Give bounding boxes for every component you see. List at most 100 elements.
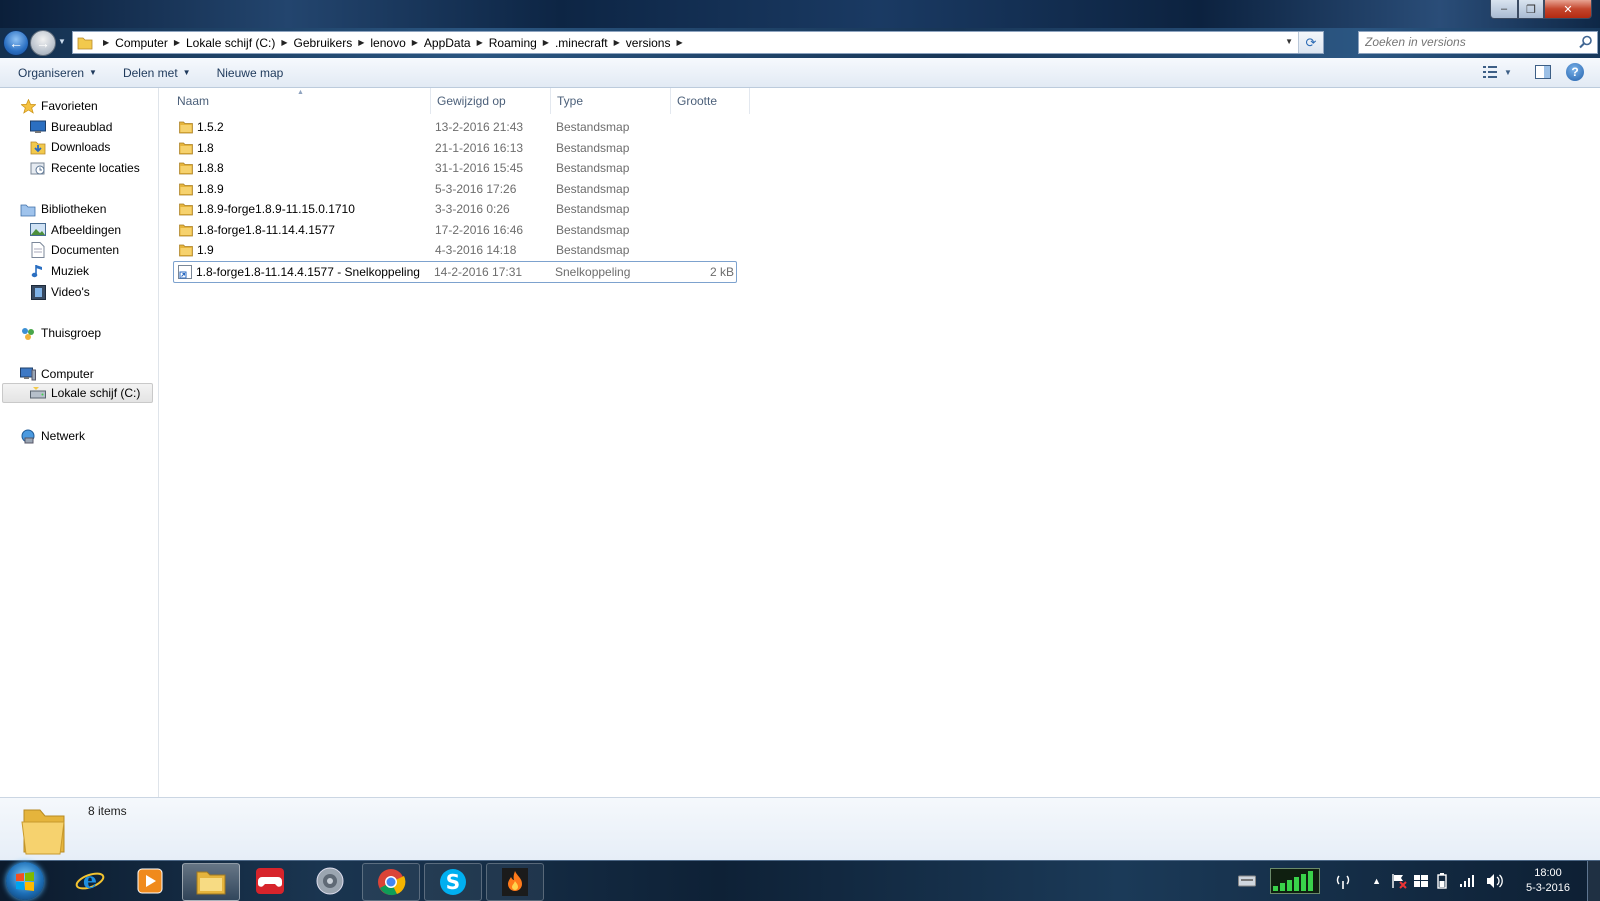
- file-row-folder[interactable]: 1.5.2 13-2-2016 21:43 Bestandsmap: [175, 117, 740, 137]
- gamepad-icon: [256, 868, 284, 894]
- breadcrumb-separator[interactable]: ▶: [676, 38, 682, 47]
- sidebar-label: Bibliotheken: [41, 202, 107, 216]
- forward-button[interactable]: →: [30, 30, 56, 56]
- sidebar-item-favorites[interactable]: Favorieten: [20, 96, 98, 116]
- file-size: [645, 117, 735, 137]
- back-button[interactable]: ←: [3, 30, 29, 56]
- share-label: Delen met: [122, 65, 178, 80]
- network-activity-widget[interactable]: [1270, 868, 1321, 894]
- preview-pane-icon: [1535, 65, 1551, 79]
- keyboard-icon[interactable]: [1238, 874, 1257, 888]
- file-size: [645, 220, 735, 240]
- address-bar[interactable]: ▶ Computer ▶ Lokale schijf (C:) ▶ Gebruikers ▶…: [72, 31, 1324, 54]
- folder-icon: [21, 809, 65, 855]
- breadcrumb-item[interactable]: Roaming: [489, 36, 537, 50]
- taskbar-chrome[interactable]: [362, 863, 420, 901]
- breadcrumb-item[interactable]: versions: [626, 36, 671, 50]
- taskbar-skype[interactable]: S: [424, 863, 482, 901]
- file-row-folder[interactable]: 1.8-forge1.8-11.14.4.1577 17-2-2016 16:46…: [175, 220, 740, 240]
- breadcrumb-separator[interactable]: ▶: [543, 38, 549, 47]
- search-box[interactable]: [1358, 31, 1598, 54]
- breadcrumb-item[interactable]: AppData: [424, 36, 471, 50]
- recent-pages-dropdown[interactable]: ▼: [58, 37, 66, 46]
- view-options-button[interactable]: [1480, 61, 1502, 83]
- sidebar-item-desktop[interactable]: Bureaublad: [30, 117, 112, 137]
- breadcrumb-separator[interactable]: ▶: [614, 38, 620, 47]
- show-desktop-button[interactable]: [1587, 861, 1600, 901]
- file-row-shortcut[interactable]: 1.8-forge1.8-11.14.4.1577 - Snelkoppelin…: [173, 261, 737, 283]
- close-button[interactable]: ✕: [1544, 0, 1592, 19]
- breadcrumb-item[interactable]: Computer: [115, 36, 168, 50]
- sidebar-item-documents[interactable]: Documenten: [30, 240, 119, 260]
- file-row-folder[interactable]: 1.8.9-forge1.8.9-11.15.0.1710 3-3-2016 0:…: [175, 199, 740, 219]
- organize-label: Organiseren: [18, 65, 85, 80]
- column-header-size[interactable]: Grootte: [671, 88, 750, 114]
- taskbar-game-app[interactable]: [242, 863, 298, 899]
- breadcrumb-separator[interactable]: ▶: [358, 38, 364, 47]
- file-name: 1.9: [197, 243, 214, 257]
- file-row-folder[interactable]: 1.9 4-3-2016 14:18 Bestandsmap: [175, 240, 740, 260]
- breadcrumb-separator[interactable]: ▶: [103, 38, 109, 47]
- svg-text:e: e: [83, 868, 97, 894]
- sidebar-item-local-disk[interactable]: Lokale schijf (C:): [2, 383, 153, 403]
- search-icon[interactable]: [1579, 35, 1593, 49]
- wireless-antenna-icon[interactable]: [1334, 872, 1352, 890]
- new-folder-button[interactable]: Nieuwe map: [209, 62, 292, 84]
- file-row-folder[interactable]: 1.8.9 5-3-2016 17:26 Bestandsmap: [175, 179, 740, 199]
- taskbar-internet-explorer[interactable]: e: [62, 863, 118, 899]
- show-hidden-icons-arrow[interactable]: ▲: [1372, 876, 1381, 886]
- sidebar-item-network[interactable]: Netwerk: [20, 426, 85, 446]
- sidebar-label: Lokale schijf (C:): [51, 386, 141, 400]
- view-dropdown-button[interactable]: ▼: [1502, 61, 1514, 83]
- breadcrumb-item[interactable]: Gebruikers: [294, 36, 353, 50]
- breadcrumb-separator[interactable]: ▶: [174, 38, 180, 47]
- breadcrumb-separator[interactable]: ▶: [412, 38, 418, 47]
- file-row-folder[interactable]: 1.8.8 31-1-2016 15:45 Bestandsmap: [175, 158, 740, 178]
- skype-icon: S: [440, 869, 466, 895]
- address-history-dropdown[interactable]: ▼: [1285, 37, 1293, 46]
- column-header-type[interactable]: Type: [551, 88, 671, 114]
- maximize-button[interactable]: ❐: [1518, 0, 1544, 19]
- breadcrumb: ▶ Computer ▶ Lokale schijf (C:) ▶ Gebruikers ▶…: [97, 32, 689, 53]
- search-input[interactable]: [1359, 32, 1571, 51]
- file-row-folder[interactable]: 1.8 21-1-2016 16:13 Bestandsmap: [175, 138, 740, 158]
- breadcrumb-separator[interactable]: ▶: [281, 38, 287, 47]
- arrow-right-icon: →: [36, 35, 50, 51]
- folder-icon: [179, 244, 193, 257]
- share-with-button[interactable]: Delen met ▼: [115, 62, 199, 84]
- clock[interactable]: 18:00 5-3-2016: [1513, 866, 1583, 896]
- sidebar-item-homegroup[interactable]: Thuisgroep: [20, 323, 101, 343]
- breadcrumb-item[interactable]: lenovo: [370, 36, 405, 50]
- column-header-name[interactable]: Naam ▲: [159, 88, 431, 114]
- preview-pane-button[interactable]: [1532, 61, 1554, 83]
- sidebar-item-pictures[interactable]: Afbeeldingen: [30, 220, 121, 240]
- sidebar-item-libraries[interactable]: Bibliotheken: [20, 199, 106, 219]
- minimize-button[interactable]: –: [1490, 0, 1518, 19]
- file-name: 1.8.9-forge1.8.9-11.15.0.1710: [197, 202, 355, 216]
- windows-flag-icon[interactable]: [1413, 873, 1429, 889]
- sidebar-item-downloads[interactable]: Downloads: [30, 137, 110, 157]
- sidebar-item-computer[interactable]: Computer: [20, 364, 94, 384]
- signal-strength-icon[interactable]: [1459, 874, 1475, 888]
- sidebar-item-recent-places[interactable]: Recente locaties: [30, 158, 140, 178]
- breadcrumb-item[interactable]: Lokale schijf (C:): [186, 36, 275, 50]
- taskbar-speaker-app[interactable]: [302, 863, 358, 899]
- help-button[interactable]: ?: [1564, 61, 1586, 83]
- volume-icon[interactable]: [1485, 873, 1503, 889]
- start-button[interactable]: [6, 862, 44, 900]
- column-header-modified[interactable]: Gewijzigd op: [431, 88, 551, 114]
- taskbar-windows-explorer[interactable]: [182, 863, 240, 901]
- column-label: Gewijzigd op: [437, 94, 506, 108]
- breadcrumb-separator[interactable]: ▶: [477, 38, 483, 47]
- explorer-folder-icon: [196, 871, 226, 895]
- battery-icon[interactable]: [1437, 873, 1447, 889]
- network-icon: [20, 428, 36, 444]
- sidebar-item-videos[interactable]: Video's: [30, 282, 90, 302]
- sidebar-item-music[interactable]: Muziek: [30, 261, 89, 281]
- refresh-button[interactable]: ⟳: [1298, 32, 1323, 53]
- breadcrumb-item[interactable]: .minecraft: [555, 36, 608, 50]
- taskbar-media-player[interactable]: [122, 863, 178, 899]
- action-center-flag-icon[interactable]: [1391, 873, 1407, 889]
- taskbar-minecraft-launcher[interactable]: [486, 863, 544, 901]
- organize-button[interactable]: Organiseren ▼: [10, 62, 105, 84]
